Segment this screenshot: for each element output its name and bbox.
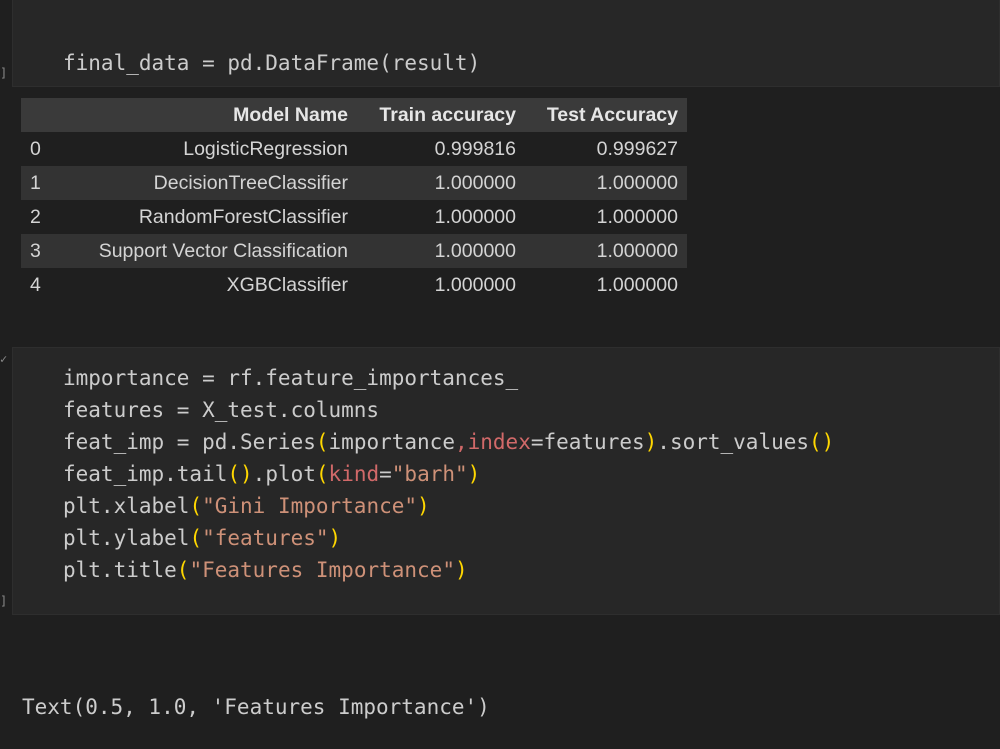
column-header: Test Accuracy [546,103,678,126]
code-token: kind [328,462,380,486]
train-accuracy-cell: 1.000000 [434,171,516,194]
code-token: ) [644,430,658,454]
code-token: = [379,462,392,486]
code-token: "barh" [391,462,468,486]
row-index: 4 [30,273,41,296]
code-token: ) [467,462,481,486]
test-accuracy-cell: 1.000000 [596,239,678,262]
code-token: ( [315,462,329,486]
code-token: importance [328,430,455,454]
row-index: 1 [30,171,41,194]
code-token: ) [454,558,468,582]
column-header: Train accuracy [379,103,516,126]
code-token: "Features Importance" [189,558,455,582]
cell-bracket-marker: ] [0,66,8,80]
code-line: importance = rf.feature_importances_ [63,362,834,394]
row-index: 3 [30,239,41,262]
table-header-row: Model Name Train accuracy Test Accuracy [21,98,687,132]
code-token: "features" [202,526,329,550]
code-line: final_data = pd.DataFrame(result) [63,51,481,75]
table-row: 3 Support Vector Classification 1.000000… [21,234,687,268]
table-row: 4 XGBClassifier 1.000000 1.000000 [21,268,687,302]
code-editor[interactable]: importance = rf.feature_importances_feat… [63,362,834,586]
code-line: feat_imp.tail().plot(kind="barh") [63,458,834,490]
train-accuracy-cell: 1.000000 [434,239,516,262]
code-token: ( [189,526,203,550]
index-header [21,98,61,132]
model-name-cell: XGBClassifier [226,273,348,296]
model-name-cell: Support Vector Classification [98,239,348,262]
model-name-cell: RandomForestClassifier [138,205,348,228]
code-token: , [454,430,468,454]
code-line: plt.title("Features Importance") [63,554,834,586]
row-index: 0 [30,137,41,160]
code-token: ) [328,526,342,550]
test-accuracy-cell: 0.999627 [596,137,678,160]
table-row: 1 DecisionTreeClassifier 1.000000 1.0000… [21,166,687,200]
row-index: 2 [30,205,41,228]
cell-output-text: Text(0.5, 1.0, 'Features Importance') [22,695,490,719]
cell-success-check-icon: ✓ [0,352,8,366]
code-token: () [227,462,253,486]
code-token: =features [530,430,645,454]
code-token: ( [176,558,190,582]
table-row: 2 RandomForestClassifier 1.000000 1.0000… [21,200,687,234]
code-token: feat_imp = pd.Series [63,430,316,454]
code-line: plt.xlabel("Gini Importance") [63,490,834,522]
code-cell-2[interactable]: importance = rf.feature_importances_feat… [12,347,1000,615]
code-line: plt.ylabel("features") [63,522,834,554]
code-token: plt.ylabel [63,526,190,550]
code-token: "Gini Importance" [202,494,418,518]
code-token: features = X_test.columns [63,398,380,422]
column-header: Model Name [233,103,348,126]
train-accuracy-cell: 1.000000 [434,273,516,296]
model-name-cell: DecisionTreeClassifier [153,171,348,194]
test-accuracy-cell: 1.000000 [596,171,678,194]
test-accuracy-cell: 1.000000 [596,273,678,296]
code-token: ) [417,494,430,518]
code-token: plt.title [63,558,177,582]
code-token: ( [189,494,203,518]
code-token: () [809,430,835,454]
code-token: .sort_values [657,430,810,454]
train-accuracy-cell: 1.000000 [434,205,516,228]
code-token: index [467,430,531,454]
dataframe-table: Model Name Train accuracy Test Accuracy … [21,98,687,302]
table-row: 0 LogisticRegression 0.999816 0.999627 [21,132,687,166]
cell-bracket-marker: ] [0,594,8,608]
code-token: ( [315,430,329,454]
code-token: plt.xlabel [63,494,190,518]
train-accuracy-cell: 0.999816 [434,137,516,160]
code-line: features = X_test.columns [63,394,834,426]
code-line: feat_imp = pd.Series(importance,index=fe… [63,426,834,458]
model-name-cell: LogisticRegression [183,137,348,160]
code-token: feat_imp.tail [63,462,228,486]
test-accuracy-cell: 1.000000 [596,205,678,228]
code-cell-1[interactable]: final_data = pd.DataFrame(result) final_… [12,0,1000,171]
code-token: importance = rf.feature_importances_ [63,366,519,390]
code-token: .plot [252,462,316,486]
